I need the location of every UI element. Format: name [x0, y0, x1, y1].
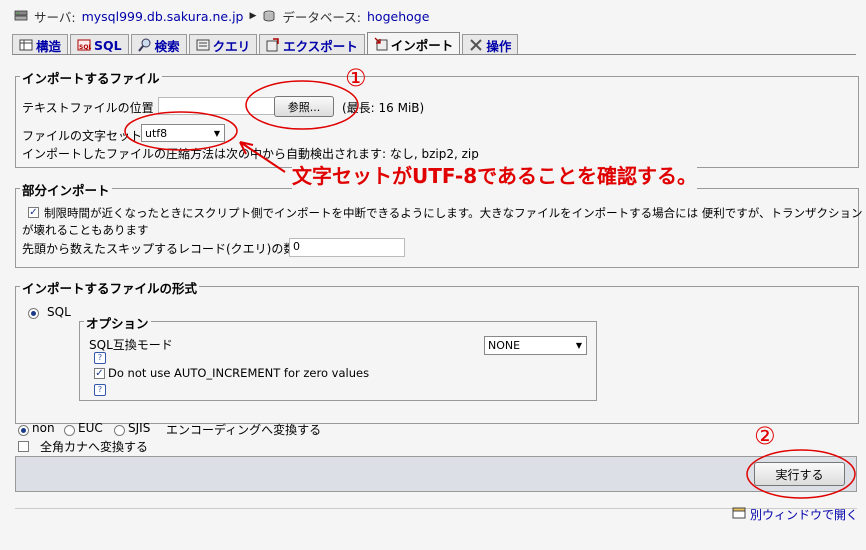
- tab-label: SQL: [94, 37, 122, 53]
- tab-query[interactable]: クエリ: [188, 34, 258, 55]
- import-file-fieldset: インポートするファイル テキストファイルの位置 参照... (最長: 16 Mi…: [15, 68, 859, 168]
- database-icon: [262, 10, 276, 22]
- encoding-non-radio[interactable]: [18, 425, 29, 436]
- allow-interrupt-checkbox[interactable]: ✓: [28, 207, 39, 218]
- tab-label: 検索: [154, 38, 180, 54]
- sql-format-radio[interactable]: [28, 308, 39, 319]
- annotation-circle1: ①: [345, 64, 367, 92]
- browse-button[interactable]: 参照...: [274, 96, 334, 117]
- annotation-note: 文字セットがUTF-8であることを確認する。: [292, 160, 697, 189]
- server-icon: [14, 10, 28, 22]
- chevron-down-icon: ▼: [213, 128, 221, 138]
- new-window-label: 別ウィンドウで開く: [749, 508, 858, 522]
- execute-button[interactable]: 実行する: [754, 462, 845, 486]
- search-icon: [137, 38, 152, 52]
- sql-compat-label: SQL互換モード: [89, 338, 173, 352]
- tab-label: インポート: [390, 37, 454, 53]
- zenkaku-kana-checkbox[interactable]: [18, 441, 29, 452]
- tab-structure[interactable]: 構造: [12, 34, 69, 55]
- skip-records-input[interactable]: 0: [289, 238, 405, 257]
- options-legend: オプション: [84, 313, 151, 332]
- tab-export[interactable]: エクスポート: [259, 34, 365, 55]
- sql-compat-select[interactable]: NONE ▼: [484, 336, 587, 355]
- encoding-sjis-radio[interactable]: [114, 425, 125, 436]
- allow-interrupt-label-line1: 制限時間が近くなったときにスクリプト側でインポートを中断できるようにします。大き…: [44, 206, 863, 220]
- file-location-label: テキストファイルの位置: [22, 101, 154, 115]
- encoding-euc-radio[interactable]: [64, 425, 75, 436]
- encoding-convert-label: エンコーディングへ変換する: [166, 423, 322, 437]
- new-window-icon: [732, 507, 746, 522]
- file-path-input[interactable]: [158, 97, 276, 115]
- allow-interrupt-label-line2: が壊れることもあります: [22, 223, 149, 237]
- encoding-euc-label: EUC: [78, 421, 103, 435]
- breadcrumb-arrow-icon: ▶: [249, 11, 257, 21]
- server-link[interactable]: mysql999.db.sakura.ne.jp: [82, 9, 244, 24]
- skip-records-label: 先頭から数えたスキップするレコード(クエリ)の数: [22, 242, 296, 256]
- format-fieldset: インポートするファイルの形式 SQL オプション SQL互換モード NONE ▼…: [15, 278, 859, 424]
- tab-underline: [12, 54, 856, 55]
- sql-icon: SQL: [77, 38, 92, 52]
- tab-search[interactable]: 検索: [130, 34, 187, 55]
- encoding-sjis-label: SJIS: [128, 421, 151, 435]
- partial-import-legend: 部分インポート: [20, 180, 112, 199]
- tab-label: 構造: [36, 38, 62, 54]
- tab-label: 操作: [486, 38, 512, 54]
- bottom-divider: [15, 508, 857, 509]
- zenkaku-kana-label: 全角カナへ変換する: [40, 440, 149, 454]
- svg-text:SQL: SQL: [79, 44, 91, 51]
- tab-operations[interactable]: 操作: [462, 34, 519, 55]
- encoding-non-label: non: [32, 421, 55, 435]
- export-icon: [266, 38, 280, 52]
- chevron-down-icon: ▼: [575, 341, 583, 350]
- import-icon: [374, 37, 388, 51]
- tab-bar: 構造 SQL SQL 検索 クエリ エクスポート インポート 操作: [12, 32, 519, 55]
- submit-bar: 実行する: [15, 456, 857, 492]
- no-auto-increment-checkbox[interactable]: ✓: [94, 368, 105, 379]
- tab-label: エクスポート: [283, 38, 358, 54]
- help-icon[interactable]: ?: [94, 352, 106, 364]
- breadcrumb: サーバ: mysql999.db.sakura.ne.jp ▶ データベース: …: [14, 7, 429, 25]
- open-new-window-link[interactable]: 別ウィンドウで開く: [732, 506, 858, 523]
- database-link[interactable]: hogehoge: [367, 9, 429, 24]
- charset-value: utf8: [145, 126, 168, 140]
- sql-compat-value: NONE: [488, 339, 521, 352]
- options-fieldset: オプション SQL互換モード NONE ▼ ? ✓ Do not use AUT…: [79, 313, 597, 401]
- structure-icon: [19, 38, 33, 52]
- query-icon: [196, 38, 210, 52]
- partial-import-fieldset: 部分インポート ✓ 制限時間が近くなったときにスクリプト側でインポートを中断でき…: [15, 180, 863, 268]
- annotation-circle2: ②: [754, 422, 776, 450]
- sql-format-label: SQL: [47, 305, 71, 319]
- server-label: サーバ:: [34, 9, 76, 25]
- help-icon[interactable]: ?: [94, 384, 106, 396]
- format-legend: インポートするファイルの形式: [20, 278, 200, 297]
- tab-label: クエリ: [212, 38, 251, 54]
- tab-sql[interactable]: SQL SQL: [70, 34, 129, 55]
- database-label: データベース:: [282, 9, 361, 25]
- charset-label: ファイルの文字セット:: [22, 129, 147, 143]
- tools-icon: [469, 38, 483, 52]
- no-auto-increment-label: Do not use AUTO_INCREMENT for zero value…: [108, 366, 370, 380]
- max-size-text: (最長: 16 MiB): [342, 101, 425, 115]
- import-file-legend: インポートするファイル: [20, 68, 162, 87]
- charset-select[interactable]: utf8 ▼: [141, 124, 225, 142]
- tab-import[interactable]: インポート: [366, 32, 461, 55]
